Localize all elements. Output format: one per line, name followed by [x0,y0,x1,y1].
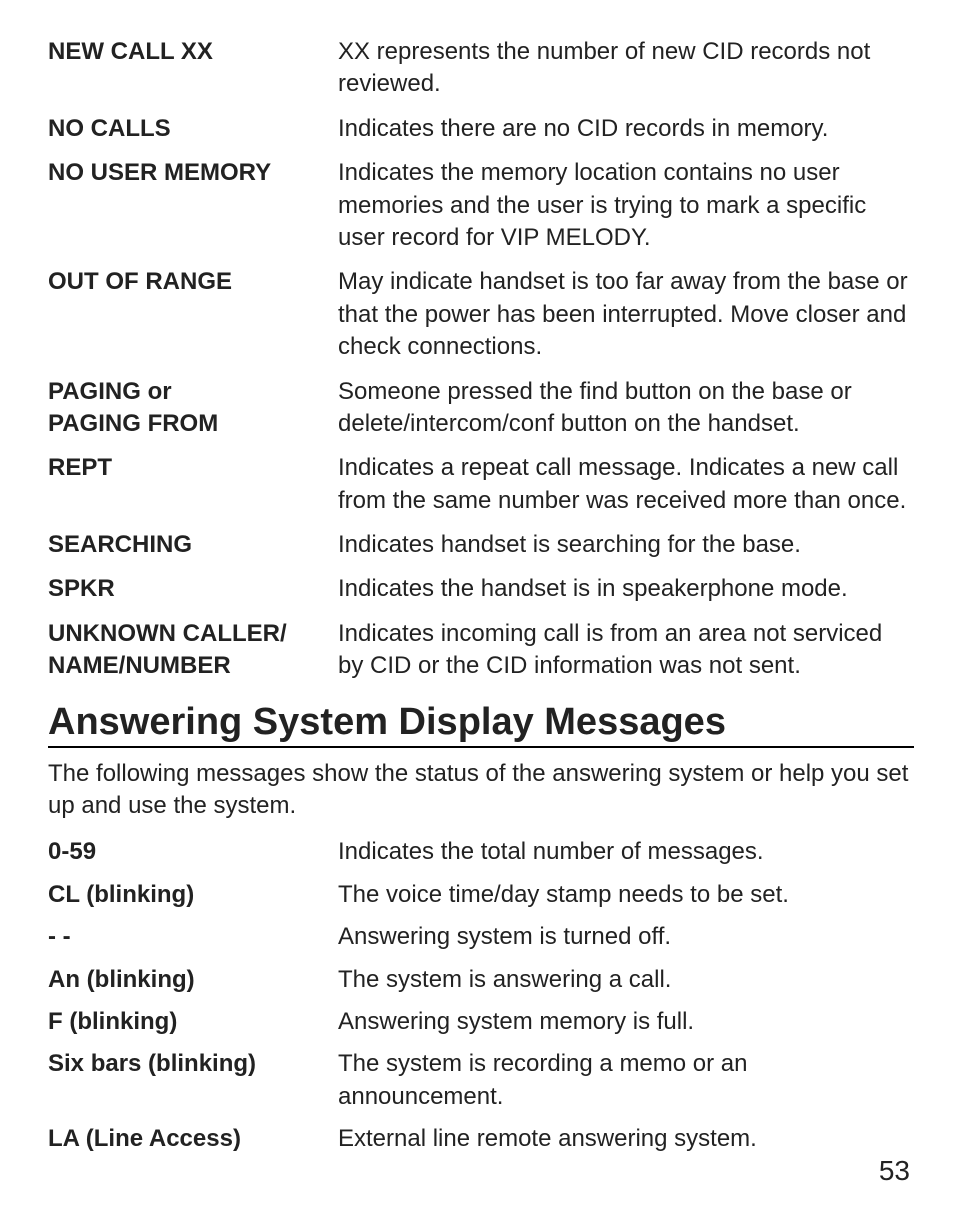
def-desc: External line remote answering system. [338,1123,914,1155]
def-desc: The system is answering a call. [338,964,914,996]
def-term: SPKR [48,573,338,605]
def-row: OUT OF RANGE May indicate handset is too… [48,266,914,363]
def-term: An (blinking) [48,964,338,996]
def-desc: Indicates a repeat call message. Indicat… [338,452,914,517]
def-row: UNKNOWN CALLER/ NAME/NUMBER Indicates in… [48,618,914,683]
def-row: CL (blinking) The voice time/day stamp n… [48,879,914,911]
def-row: SPKR Indicates the handset is in speaker… [48,573,914,605]
def-term: NEW CALL XX [48,36,338,68]
def-desc: Answering system is turned off. [338,921,914,953]
def-term: NO CALLS [48,113,338,145]
def-term: SEARCHING [48,529,338,561]
def-desc: Indicates there are no CID records in me… [338,113,914,145]
def-row: NO USER MEMORY Indicates the memory loca… [48,157,914,254]
def-desc: XX represents the number of new CID reco… [338,36,914,101]
def-row: NEW CALL XX XX represents the number of … [48,36,914,101]
def-row: SEARCHING Indicates handset is searching… [48,529,914,561]
def-term: LA (Line Access) [48,1123,338,1155]
def-row: Six bars (blinking) The system is record… [48,1048,914,1113]
def-row: REPT Indicates a repeat call message. In… [48,452,914,517]
def-term: PAGING or PAGING FROM [48,376,338,441]
def-desc: Indicates the total number of messages. [338,836,914,868]
def-term: F (blinking) [48,1006,338,1038]
def-row: - - Answering system is turned off. [48,921,914,953]
def-desc: Indicates the memory location contains n… [338,157,914,254]
def-desc: May indicate handset is too far away fro… [338,266,914,363]
def-row: PAGING or PAGING FROM Someone pressed th… [48,376,914,441]
def-term: 0-59 [48,836,338,868]
definition-list-2: 0-59 Indicates the total number of messa… [48,836,914,1155]
def-row: F (blinking) Answering system memory is … [48,1006,914,1038]
def-term: NO USER MEMORY [48,157,338,189]
def-term: UNKNOWN CALLER/ NAME/NUMBER [48,618,338,683]
def-desc: The voice time/day stamp needs to be set… [338,879,914,911]
def-row: 0-59 Indicates the total number of messa… [48,836,914,868]
def-desc: Someone pressed the find button on the b… [338,376,914,441]
def-row: LA (Line Access) External line remote an… [48,1123,914,1155]
section-intro: The following messages show the status o… [48,758,914,823]
def-term: - - [48,921,338,953]
section-heading: Answering System Display Messages [48,701,914,748]
def-desc: Answering system memory is full. [338,1006,914,1038]
def-desc: Indicates incoming call is from an area … [338,618,914,683]
def-desc: Indicates handset is searching for the b… [338,529,914,561]
page-number: 53 [879,1155,910,1187]
def-desc: Indicates the handset is in speakerphone… [338,573,914,605]
def-term: REPT [48,452,338,484]
def-term: Six bars (blinking) [48,1048,338,1080]
def-row: NO CALLS Indicates there are no CID reco… [48,113,914,145]
def-desc: The system is recording a memo or an ann… [338,1048,914,1113]
def-term: OUT OF RANGE [48,266,338,298]
def-row: An (blinking) The system is answering a … [48,964,914,996]
definition-list-1: NEW CALL XX XX represents the number of … [48,36,914,683]
def-term: CL (blinking) [48,879,338,911]
